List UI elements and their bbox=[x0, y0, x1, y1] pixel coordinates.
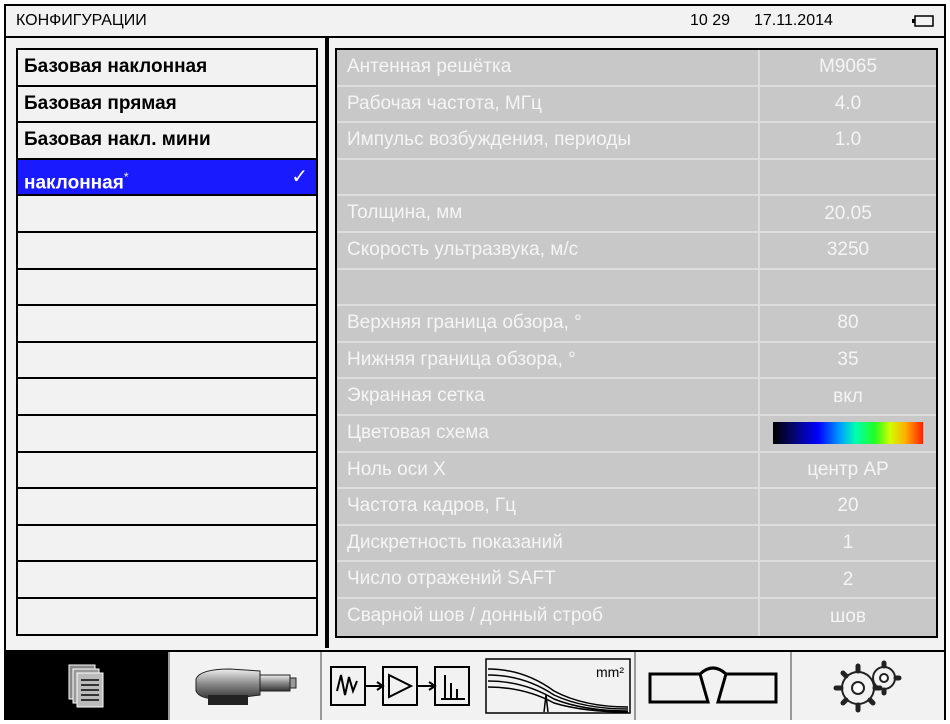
battery-icon bbox=[912, 15, 934, 27]
header-bar: КОНФИГУРАЦИИ 10 29 17.11.2014 bbox=[6, 6, 944, 38]
weld-tab-button[interactable] bbox=[636, 652, 792, 720]
config-row[interactable] bbox=[18, 342, 316, 380]
parameter-row[interactable]: Экранная сетка вкл bbox=[337, 379, 936, 416]
settings-tab-button[interactable] bbox=[792, 652, 944, 720]
parameter-name: Частота кадров, Гц bbox=[337, 489, 760, 524]
parameter-value: 4.0 bbox=[834, 92, 862, 114]
config-row[interactable] bbox=[18, 196, 316, 233]
parameter-row[interactable]: Цветовая схема bbox=[337, 415, 936, 453]
config-label: Базовая наклонная bbox=[24, 56, 208, 77]
waveform-icon: mm² bbox=[485, 658, 631, 714]
config-row[interactable] bbox=[18, 379, 316, 416]
parameter-value: 1.0 bbox=[834, 129, 862, 151]
config-row[interactable] bbox=[18, 415, 316, 453]
config-row[interactable] bbox=[18, 562, 316, 599]
parameter-name: Ноль оси X bbox=[337, 452, 760, 488]
config-label: Базовая прямая bbox=[24, 92, 177, 114]
config-row[interactable] bbox=[18, 269, 316, 307]
config-row[interactable]: Базовая прямая bbox=[18, 86, 316, 124]
parameter-row[interactable]: Нижняя граница обзора, ° 35 bbox=[337, 342, 936, 380]
config-row[interactable]: наклонная* ✓ bbox=[18, 159, 316, 197]
parameter-row[interactable]: Сварной шов / донный строб шов bbox=[337, 598, 936, 636]
config-list-panel: Базовая наклонная Базовая прямая Базовая н… bbox=[6, 38, 322, 648]
signal-chain-tab-button[interactable] bbox=[322, 652, 482, 720]
parameter-name: Рабочая частота, МГц bbox=[337, 86, 760, 122]
config-row[interactable] bbox=[18, 489, 316, 526]
parameters-table: Антенная решётка M9065 Рабочая частота, МГ… bbox=[335, 48, 938, 638]
parameter-value: M9065 bbox=[818, 56, 878, 78]
parameter-value bbox=[760, 270, 936, 305]
parameter-row[interactable]: Рабочая частота, МГц 4.0 bbox=[337, 86, 936, 124]
parameter-name: Нижняя граница обзора, ° bbox=[337, 342, 760, 378]
configurations-tab-button[interactable] bbox=[6, 652, 170, 720]
parameter-name bbox=[337, 269, 760, 305]
parameter-row[interactable]: Антенная решётка M9065 bbox=[337, 50, 936, 87]
parameter-name: Число отражений SAFT bbox=[337, 562, 760, 597]
clock-time: 10 29 bbox=[690, 12, 731, 29]
color-scheme-swatch bbox=[773, 422, 923, 445]
parameter-value bbox=[760, 416, 936, 451]
config-label: Базовая накл. мини bbox=[24, 129, 211, 151]
checkmark-icon: ✓ bbox=[291, 165, 308, 188]
parameter-name: Скорость ультразвука, м/с bbox=[337, 232, 760, 268]
probe-tab-button[interactable] bbox=[170, 652, 322, 720]
parameter-value: 80 bbox=[837, 312, 859, 334]
parameter-value bbox=[760, 160, 936, 195]
weld-icon bbox=[648, 666, 778, 704]
settings-icon bbox=[833, 660, 902, 713]
parameter-name bbox=[337, 159, 760, 195]
parameter-name: Толщина, мм bbox=[337, 196, 760, 231]
waveform-tab-button[interactable]: mm² bbox=[482, 652, 636, 720]
parameter-value: 2 bbox=[842, 568, 854, 590]
parameter-row[interactable]: Ноль оси X центр АР bbox=[337, 452, 936, 490]
parameter-row[interactable]: Число отражений SAFT 2 bbox=[337, 562, 936, 599]
probe-icon bbox=[195, 668, 297, 705]
parameter-row[interactable]: Дискретность показаний 1 bbox=[337, 525, 936, 563]
bottom-toolbar: mm² bbox=[6, 650, 944, 720]
config-row[interactable]: Базовая накл. мини bbox=[18, 123, 316, 160]
parameter-value: центр АР bbox=[807, 458, 889, 480]
config-row[interactable] bbox=[18, 525, 316, 563]
parameter-row[interactable] bbox=[337, 159, 936, 197]
clock-date: 17.11.2014 bbox=[754, 12, 833, 29]
parameter-name: Верхняя граница обзора, ° bbox=[337, 306, 760, 341]
parameter-name: Антенная решётка bbox=[337, 50, 760, 85]
unit-label: mm² bbox=[596, 664, 624, 680]
parameter-row[interactable]: Верхняя граница обзора, ° 80 bbox=[337, 306, 936, 343]
app-window: КОНФИГУРАЦИИ 10 29 17.11.2014 Базовая на… bbox=[4, 4, 946, 720]
parameter-row[interactable] bbox=[337, 269, 936, 307]
parameter-value: 1 bbox=[842, 532, 854, 554]
parameter-row[interactable]: Импульс возбуждения, периоды 1.0 bbox=[337, 123, 936, 160]
parameter-value: 35 bbox=[837, 349, 859, 371]
parameter-value: 20 bbox=[837, 495, 859, 517]
config-row[interactable]: Базовая наклонная bbox=[18, 50, 316, 87]
config-row[interactable] bbox=[18, 306, 316, 343]
parameter-name: Экранная сетка bbox=[337, 379, 760, 414]
parameter-value: 20.05 bbox=[824, 202, 872, 224]
documents-icon bbox=[68, 664, 104, 708]
config-list: Базовая наклонная Базовая прямая Базовая н… bbox=[16, 48, 318, 636]
parameter-name: Сварной шов / донный строб bbox=[337, 598, 760, 636]
parameter-value: вкл bbox=[833, 385, 863, 407]
parameter-row[interactable]: Толщина, мм 20.05 bbox=[337, 196, 936, 233]
parameter-value: шов bbox=[830, 606, 866, 628]
parameter-name: Импульс возбуждения, периоды bbox=[337, 123, 760, 158]
screen-title: КОНФИГУРАЦИИ bbox=[16, 12, 147, 29]
signal-chain-icon bbox=[330, 666, 470, 706]
parameter-value: 3250 bbox=[826, 239, 870, 261]
config-row[interactable] bbox=[18, 452, 316, 490]
parameter-name: Дискретность показаний bbox=[337, 525, 760, 561]
modified-marker: * bbox=[123, 169, 129, 184]
config-row[interactable] bbox=[18, 232, 316, 270]
config-row[interactable] bbox=[18, 598, 316, 636]
parameters-panel: Антенная решётка M9065 Рабочая частота, МГ… bbox=[329, 38, 944, 648]
parameter-row[interactable]: Скорость ультразвука, м/с 3250 bbox=[337, 232, 936, 270]
parameter-name: Цветовая схема bbox=[337, 415, 760, 451]
parameter-row[interactable]: Частота кадров, Гц 20 bbox=[337, 489, 936, 526]
config-label: наклонная bbox=[24, 172, 124, 194]
